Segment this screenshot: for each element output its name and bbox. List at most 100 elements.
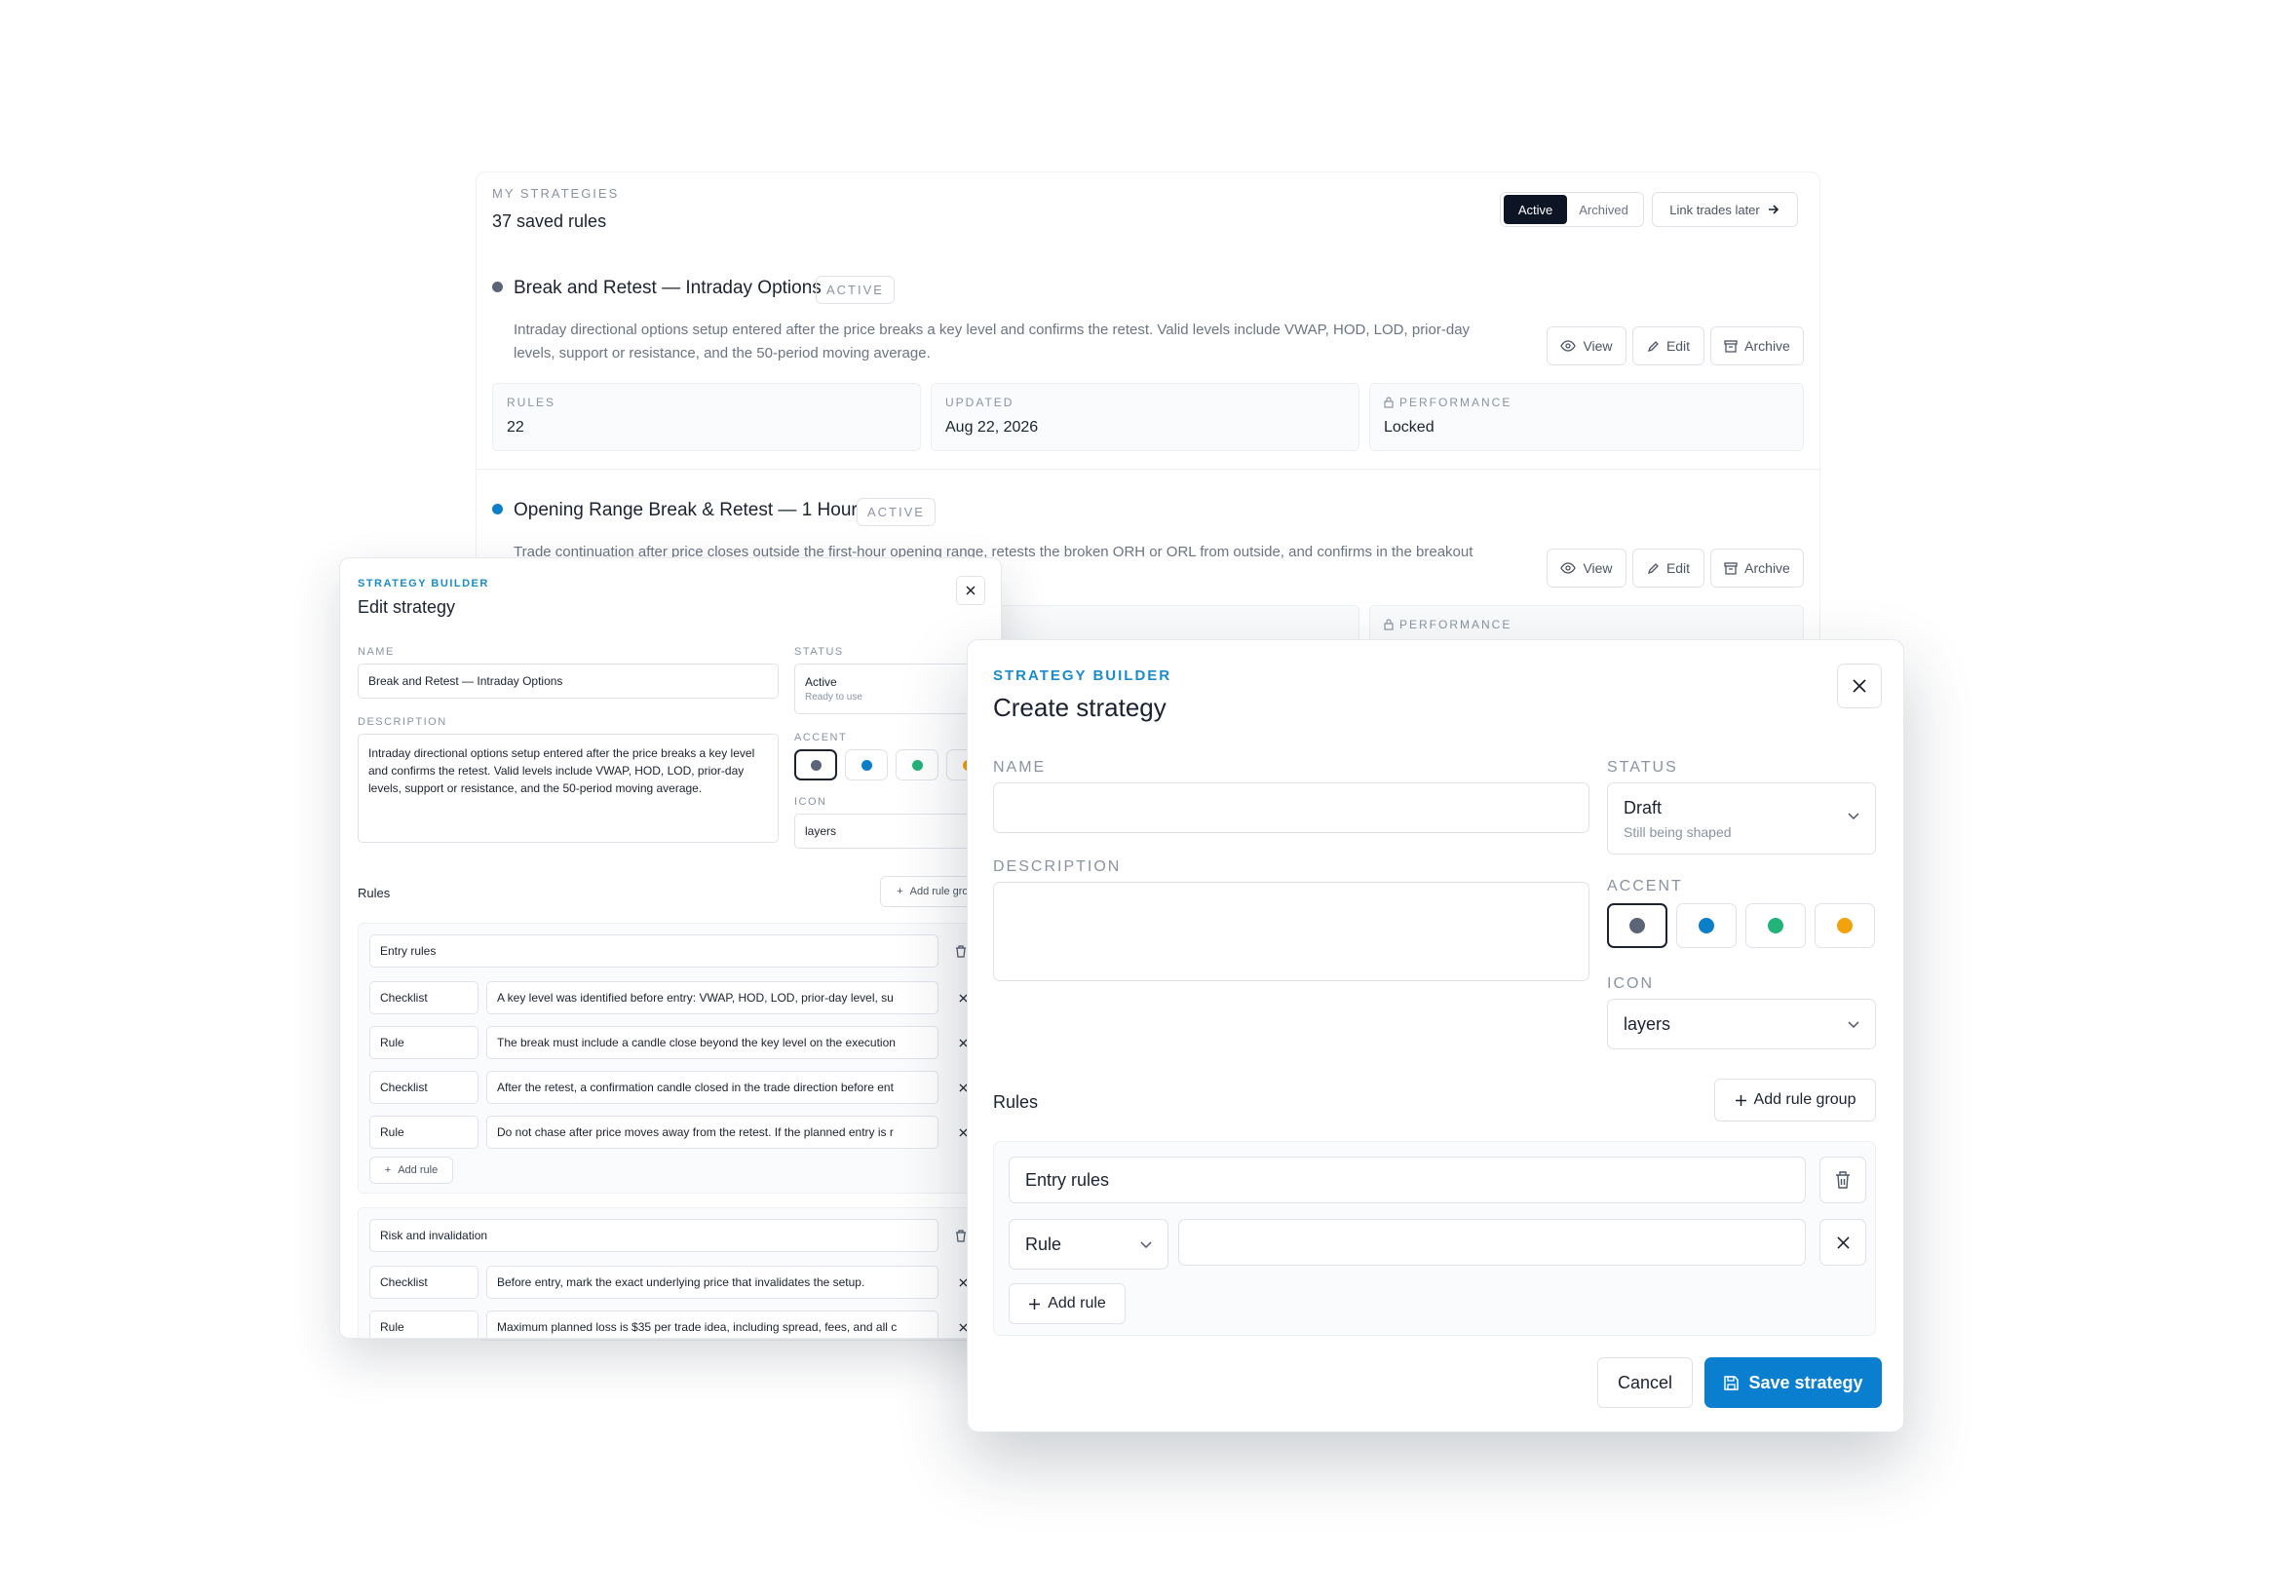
rule-text-input[interactable]: Maximum planned loss is $35 per trade id… (486, 1311, 938, 1338)
rules-heading: Rules (358, 886, 391, 900)
accent-swatch-blue[interactable] (1676, 903, 1737, 948)
save-strategy-button[interactable]: Save strategy (1704, 1357, 1882, 1408)
accent-swatch-orange[interactable] (1815, 903, 1875, 948)
rule-type-select[interactable]: Rule (1009, 1219, 1168, 1270)
close-icon (966, 586, 976, 595)
rule-text-input[interactable]: After the retest, a confirmation candle … (486, 1071, 938, 1104)
description-textarea[interactable]: Intraday directional options setup enter… (358, 734, 779, 843)
view-button[interactable]: View (1547, 326, 1626, 365)
icon-label: ICON (1607, 975, 1654, 992)
modal-title: Create strategy (993, 693, 1167, 722)
strategy-description: Intraday directional options setup enter… (514, 319, 1527, 365)
link-trades-later-button[interactable]: Link trades later (1652, 192, 1798, 227)
view-label: View (1583, 560, 1613, 576)
rule-type-value: Rule (1025, 1234, 1062, 1254)
status-text: Draft Still being shaped (1624, 798, 1732, 840)
rule-type-select[interactable]: Rule (369, 1026, 478, 1059)
edit-button[interactable]: Edit (1632, 326, 1704, 365)
accent-swatch-slate[interactable] (1607, 903, 1667, 948)
filter-archived-button[interactable]: Archived (1567, 195, 1640, 224)
section-label: MY STRATEGIES (492, 186, 620, 201)
rule-text-input[interactable]: Do not chase after price moves away from… (486, 1116, 938, 1149)
status-subtext: Still being shaped (1624, 823, 1732, 840)
plus-icon (1028, 1298, 1041, 1311)
updated-stat: UPDATED Aug 22, 2026 (931, 383, 1359, 451)
rule-type-select[interactable]: Checklist (369, 1071, 478, 1104)
lock-icon (1384, 397, 1394, 408)
description-textarea[interactable] (993, 882, 1589, 981)
icon-select[interactable]: layers (794, 814, 989, 849)
accent-swatch-green[interactable] (1745, 903, 1806, 948)
add-rule-label: Add rule (1048, 1295, 1106, 1311)
status-filter-toggle: Active Archived (1500, 192, 1644, 227)
add-rule-button[interactable]: Add rule (1009, 1283, 1126, 1324)
status-select[interactable]: Active Ready to use (794, 664, 989, 714)
archive-button[interactable]: Archive (1710, 549, 1804, 588)
performance-label: PERFORMANCE (1399, 618, 1512, 631)
strategy-accent-dot (492, 282, 503, 292)
blue-color-dot (1699, 918, 1714, 933)
rule-group-name-input[interactable]: Entry rules (369, 934, 938, 968)
trash-icon (955, 944, 967, 958)
edit-strategy-modal: STRATEGY BUILDER Edit strategy NAME Brea… (339, 557, 1002, 1339)
icon-select[interactable]: layers (1607, 999, 1876, 1049)
lock-icon (1384, 619, 1394, 630)
strategy-title[interactable]: Opening Range Break & Retest — 1 Hour (514, 500, 858, 521)
accent-swatch-slate[interactable] (794, 749, 837, 780)
name-input[interactable]: Break and Retest — Intraday Options (358, 664, 779, 699)
add-rule-group-button[interactable]: Add rule group (1714, 1079, 1876, 1121)
stat-label: UPDATED (945, 396, 1014, 409)
rule-text-input[interactable]: A key level was identified before entry:… (486, 981, 938, 1014)
cancel-button[interactable]: Cancel (1597, 1357, 1693, 1408)
stat-label: PERFORMANCE (1384, 396, 1789, 409)
eye-icon (1560, 340, 1577, 352)
rule-text-input[interactable]: The break must include a candle close be… (486, 1026, 938, 1059)
edit-button[interactable]: Edit (1632, 549, 1704, 588)
accent-label: ACCENT (794, 732, 848, 743)
accent-swatch-green[interactable] (896, 749, 938, 780)
name-label: NAME (993, 759, 1047, 776)
plus-icon: + (897, 886, 903, 897)
stat-label: D (945, 618, 1345, 631)
accent-swatch-blue[interactable] (845, 749, 888, 780)
create-strategy-modal: STRATEGY BUILDER Create strategy NAME ST… (967, 639, 1904, 1432)
rule-type-select[interactable]: Checklist (369, 981, 478, 1014)
strategy-count: 37 saved rules (492, 211, 607, 231)
chevron-down-icon (1848, 813, 1859, 820)
add-rule-label: Add rule (398, 1164, 439, 1176)
edit-label: Edit (1665, 338, 1691, 354)
view-button[interactable]: View (1547, 549, 1626, 588)
modal-eyebrow: STRATEGY BUILDER (358, 578, 489, 589)
status-value: Active (805, 675, 837, 689)
add-rule-button[interactable]: + Add rule (369, 1157, 453, 1184)
stat-value: Aug 22, 2026 (945, 419, 1039, 436)
pencil-icon (1647, 562, 1660, 575)
rule-text-input[interactable] (1178, 1219, 1806, 1266)
filter-active-button[interactable]: Active (1504, 195, 1568, 224)
rule-type-select[interactable]: Rule (369, 1311, 478, 1338)
archive-button[interactable]: Archive (1710, 326, 1804, 365)
rule-group-name-input[interactable]: Entry rules (1009, 1157, 1806, 1203)
name-input[interactable] (993, 782, 1589, 833)
icon-value: layers (1624, 1013, 1671, 1034)
rule-text-input[interactable]: Before entry, mark the exact underlying … (486, 1266, 938, 1299)
strategy-accent-dot (492, 504, 503, 514)
status-select[interactable]: Draft Still being shaped (1607, 782, 1876, 855)
close-button[interactable] (1837, 664, 1882, 708)
accent-label: ACCENT (1607, 878, 1683, 894)
remove-rule-button[interactable] (1819, 1219, 1866, 1266)
trash-icon (955, 1229, 967, 1242)
strategy-title[interactable]: Break and Retest — Intraday Options (514, 278, 822, 299)
stat-label: PERFORMANCE (1384, 618, 1789, 631)
save-icon (1723, 1375, 1740, 1391)
stat-label: RULES (507, 396, 556, 409)
rule-type-select[interactable]: Checklist (369, 1266, 478, 1299)
status-label: STATUS (1607, 759, 1678, 776)
status-label: STATUS (794, 646, 844, 658)
rule-group-name-input[interactable]: Risk and invalidation (369, 1219, 938, 1252)
delete-group-button[interactable] (1819, 1157, 1866, 1203)
status-value: Draft (1624, 797, 1663, 817)
close-button[interactable] (956, 576, 985, 605)
edit-label: Edit (1665, 560, 1691, 576)
rule-type-select[interactable]: Rule (369, 1116, 478, 1149)
